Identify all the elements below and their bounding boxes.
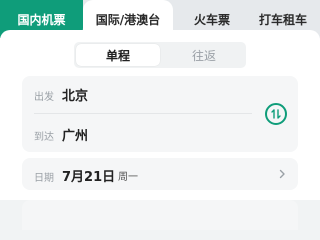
next-section-card xyxy=(22,200,298,230)
departure-date[interactable]: 7月21日 xyxy=(62,166,115,185)
arrival-city[interactable]: 广州 xyxy=(62,125,88,144)
round-trip-button[interactable]: 往返 xyxy=(162,42,246,68)
departure-city[interactable]: 北京 xyxy=(62,85,88,104)
route-card: 出发 北京 到达 广州 xyxy=(22,76,298,152)
departure-weekday: 周一 xyxy=(118,172,138,183)
date-card[interactable]: 日期 7月21日 周一 xyxy=(22,158,298,190)
search-panel: 单程 往返 出发 北京 到达 广州 日期 7月21日 周一 xyxy=(0,30,320,230)
route-divider xyxy=(34,113,252,114)
swap-icon[interactable] xyxy=(265,103,287,125)
chevron-right-icon xyxy=(279,169,285,179)
one-way-button[interactable]: 单程 xyxy=(76,44,160,66)
trip-type-toggle: 单程 往返 xyxy=(74,42,246,68)
arrival-label: 到达 xyxy=(34,132,54,143)
date-label: 日期 xyxy=(34,173,54,184)
departure-label: 出发 xyxy=(34,92,54,103)
